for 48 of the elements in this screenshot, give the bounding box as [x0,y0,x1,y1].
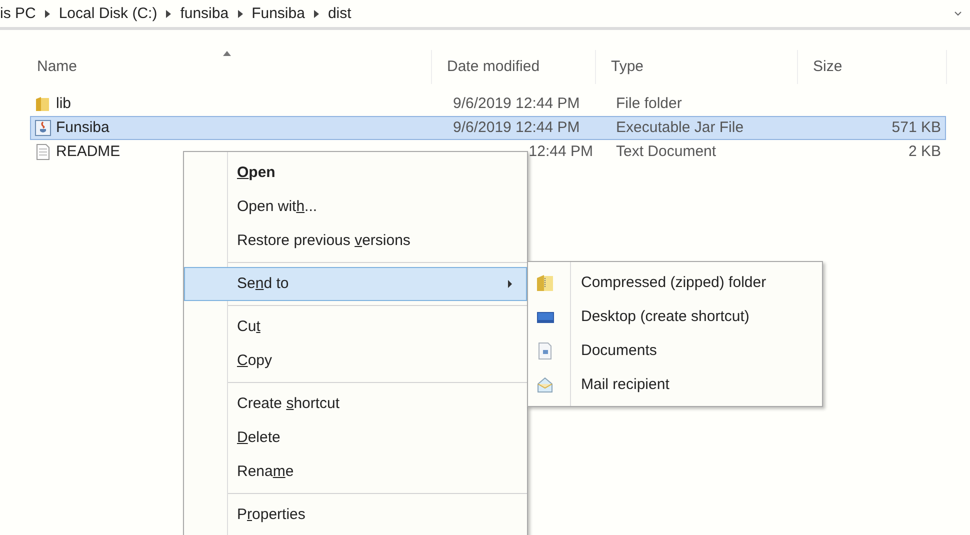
file-name: README [56,142,120,162]
file-name: lib [56,94,72,114]
chevron-right-icon [238,10,243,18]
menu-item[interactable]: Documents [528,334,822,368]
size-cell: 571 KB [892,118,941,136]
chevron-right-icon [314,10,319,18]
column-header[interactable]: Size [798,50,947,84]
file-row[interactable]: Funsiba 9/6/2019 12:44 PM Executable Jar File 571 KB [30,116,946,140]
menu-item[interactable]: Rename [184,455,527,489]
date-cell: 12:44 PM [528,142,593,160]
breadcrumb-item[interactable]: Funsiba [252,2,305,26]
folder-icon [35,96,51,112]
column-header[interactable]: Date modified [432,50,596,84]
menu-item[interactable]: Delete [184,421,527,455]
jar-icon [35,120,51,136]
type-cell: Text Document [616,142,716,160]
date-cell: 9/6/2019 12:44 PM [453,118,580,136]
submenu-arrow-icon [508,280,512,288]
menu-item[interactable]: Copy [184,344,527,378]
menu-item[interactable]: Cut [184,310,527,344]
sort-arrow-icon [222,51,230,56]
size-cell: 2 KB [908,142,941,160]
chevron-right-icon [44,10,50,18]
menu-item[interactable]: Open with... [184,190,527,224]
menu-item[interactable]: Desktop (create shortcut) [528,300,822,334]
chevron-right-icon [166,10,172,18]
menu-item[interactable]: Create shortcut [184,387,527,421]
breadcrumb-item[interactable]: is PC [0,2,36,26]
text-icon [35,144,51,160]
breadcrumb-item[interactable]: funsiba [180,2,229,26]
type-cell: Executable Jar File [616,118,744,136]
type-cell: File folder [616,94,682,112]
zip-folder-icon [536,274,554,292]
breadcrumb-item[interactable]: dist [328,2,352,26]
document-icon [536,342,554,360]
menu-item[interactable]: Send to [184,267,527,301]
file-name: Funsiba [56,118,110,138]
date-cell: 9/6/2019 12:44 PM [453,94,580,112]
breadcrumb-item[interactable]: Local Disk (C:) [58,2,158,26]
file-row[interactable]: lib 9/6/2019 12:44 PM File folder [30,92,946,116]
column-header[interactable]: Type [596,50,798,84]
menu-item[interactable]: Properties [184,498,527,532]
envelope-icon [536,376,554,394]
chevron-down-icon[interactable] [954,11,962,17]
menu-item[interactable]: Compressed (zipped) folder [528,266,822,300]
menu-item[interactable]: Restore previous versions [184,224,527,258]
menu-item[interactable]: Mail recipient [528,368,822,402]
column-header[interactable]: Name [22,50,432,84]
